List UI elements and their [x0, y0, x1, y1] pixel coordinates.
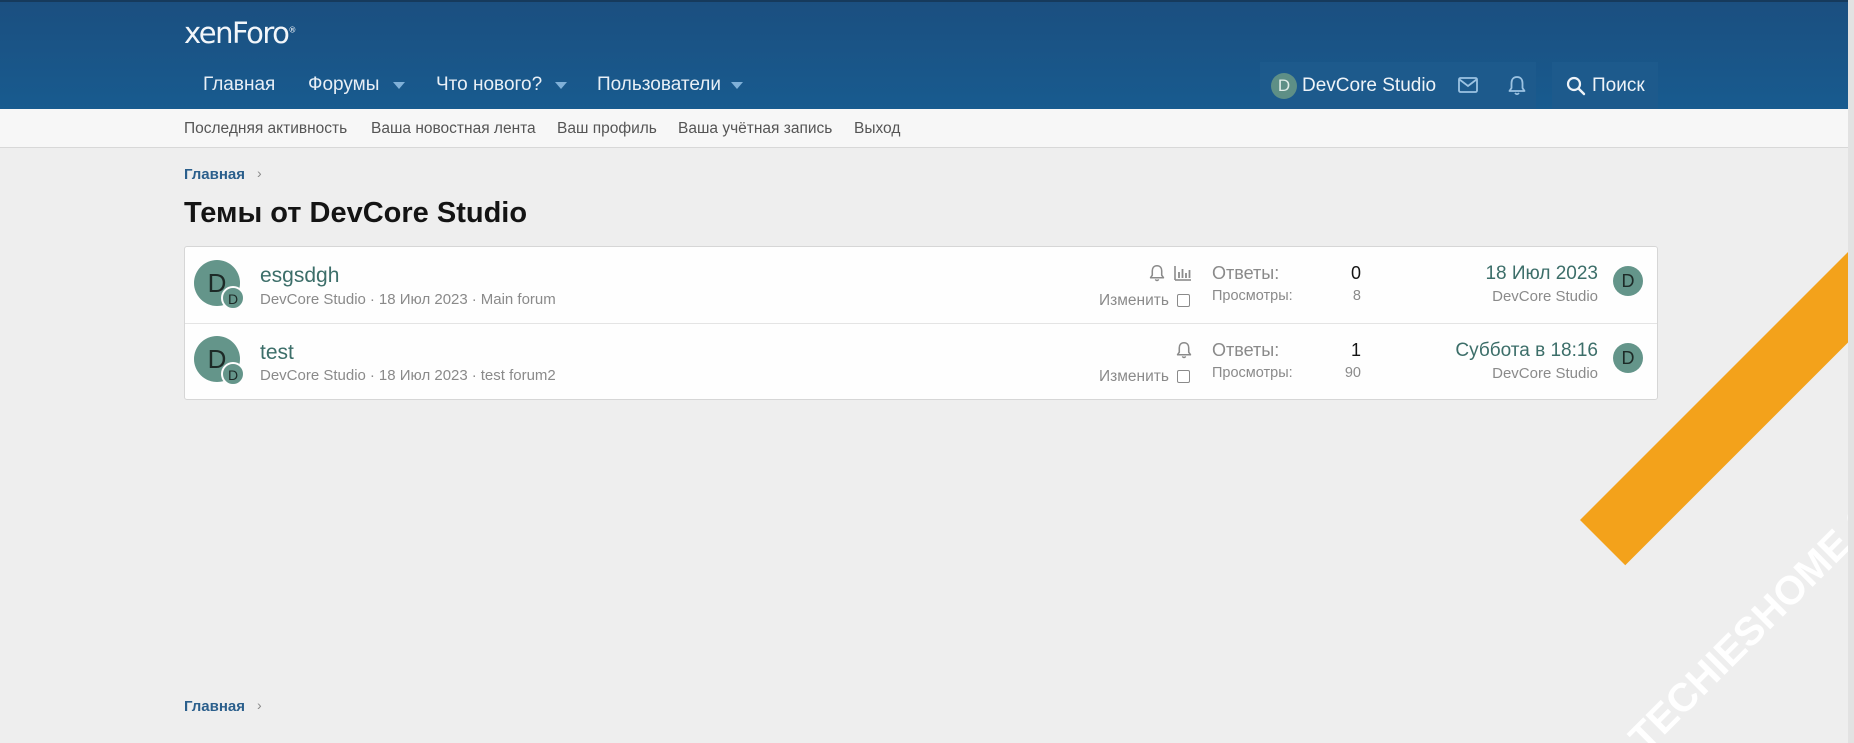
avatar[interactable]: D: [1613, 266, 1643, 296]
site-logo[interactable]: xenForo®: [184, 16, 296, 50]
subnav-your-account[interactable]: Ваша учётная запись: [678, 120, 832, 138]
account-button[interactable]: DevCore Studio: [1302, 75, 1436, 97]
views-count: 90: [1344, 365, 1361, 381]
caret-down-icon[interactable]: [555, 82, 567, 89]
subnav-your-profile[interactable]: Ваш профиль: [557, 120, 657, 138]
thread-forum-link[interactable]: test forum2: [481, 367, 556, 384]
scrollbar[interactable]: [1848, 0, 1854, 743]
select-checkbox[interactable]: [1177, 294, 1190, 307]
thread-date[interactable]: 18 Июл 2023: [379, 367, 468, 384]
thread-author-link[interactable]: DevCore Studio: [260, 367, 366, 384]
replies-count: 1: [1350, 340, 1361, 360]
edit-label[interactable]: Изменить: [1099, 368, 1169, 386]
last-post-date[interactable]: Суббота в 18:16: [1455, 340, 1598, 362]
thread-meta: DevCore Studio · 18 Июл 2023 · Main forum: [260, 291, 556, 308]
divider: [185, 323, 1657, 324]
page-title: Темы от DevCore Studio: [184, 197, 528, 229]
chevron-right-icon: ›: [257, 165, 262, 181]
thread-title-link[interactable]: test: [260, 341, 294, 365]
breadcrumb-home[interactable]: Главная: [184, 698, 245, 715]
nav-tab-forums[interactable]: Форумы: [308, 74, 379, 96]
meta-separator: ·: [471, 291, 477, 308]
bell-icon[interactable]: [1508, 75, 1526, 96]
select-checkbox[interactable]: [1177, 370, 1190, 383]
search-button[interactable]: Поиск: [1592, 75, 1645, 97]
last-post-date[interactable]: 18 Июл 2023: [1485, 263, 1598, 285]
thread-title-link[interactable]: esgsdgh: [260, 264, 339, 288]
logo-text: xenForo: [184, 16, 290, 50]
caret-down-icon[interactable]: [731, 82, 743, 89]
subnav-latest-activity[interactable]: Последняя активность: [184, 120, 347, 138]
thread-author-link[interactable]: DevCore Studio: [260, 291, 366, 308]
nav-tab-members[interactable]: Пользователи: [597, 74, 721, 96]
thread-date[interactable]: 18 Июл 2023: [379, 291, 468, 308]
logo-registered-mark: ®: [288, 25, 297, 35]
meta-separator: ·: [471, 367, 477, 384]
subnav-logout[interactable]: Выход: [854, 120, 900, 138]
bell-icon[interactable]: [1176, 341, 1192, 359]
subnav-news-feed[interactable]: Ваша новостная лента: [371, 120, 536, 138]
breadcrumb-home[interactable]: Главная: [184, 166, 245, 183]
replies-label: Ответы:: [1212, 340, 1280, 360]
search-icon[interactable]: [1566, 76, 1586, 96]
views-label: Просмотры:: [1212, 365, 1293, 381]
thread-meta: DevCore Studio · 18 Июл 2023 · test forum2: [260, 367, 556, 384]
avatar[interactable]: D: [1271, 73, 1297, 99]
chevron-right-icon: ›: [257, 697, 262, 713]
chart-bar-icon[interactable]: [1174, 265, 1192, 281]
nav-tab-whats-new[interactable]: Что нового?: [436, 74, 542, 96]
edit-label[interactable]: Изменить: [1099, 292, 1169, 310]
replies-label: Ответы:: [1212, 263, 1280, 283]
views-label: Просмотры:: [1212, 288, 1293, 304]
meta-separator: ·: [369, 291, 375, 308]
bell-icon[interactable]: [1149, 264, 1165, 282]
views-count: 8: [1352, 288, 1361, 304]
last-post-user[interactable]: DevCore Studio: [1492, 365, 1598, 382]
replies-count: 0: [1350, 263, 1361, 283]
avatar[interactable]: D: [221, 286, 245, 310]
meta-separator: ·: [369, 367, 375, 384]
caret-down-icon[interactable]: [393, 82, 405, 89]
avatar[interactable]: D: [1613, 343, 1643, 373]
thread-forum-link[interactable]: Main forum: [481, 291, 556, 308]
avatar[interactable]: D: [221, 362, 245, 386]
envelope-icon[interactable]: [1458, 77, 1478, 93]
watermark-brand: TECHIESHOME: [1621, 521, 1854, 743]
last-post-user[interactable]: DevCore Studio: [1492, 288, 1598, 305]
nav-tab-home[interactable]: Главная: [203, 74, 275, 96]
